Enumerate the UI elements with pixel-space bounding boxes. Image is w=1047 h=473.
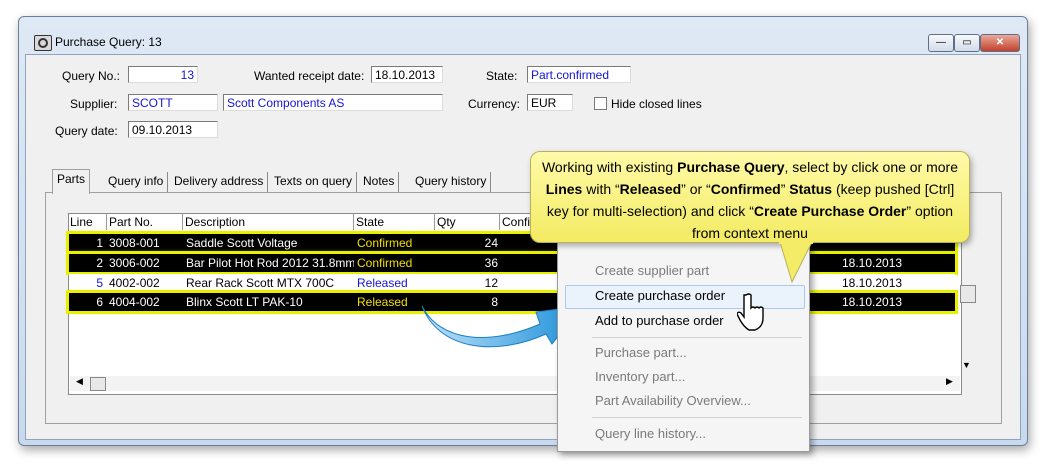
menu-separator: [592, 417, 802, 418]
tab-query-history[interactable]: Query history: [411, 172, 492, 192]
scroll-thumb[interactable]: [90, 377, 106, 391]
menu-item-purchase-part[interactable]: Purchase part...: [595, 345, 687, 360]
cell-date: 18.10.2013: [842, 276, 903, 290]
column-header-part-no[interactable]: Part No.: [109, 214, 183, 230]
tab-texts-on-query[interactable]: Texts on query: [270, 172, 358, 192]
state-field: Part.confirmed: [527, 66, 631, 83]
column-header-qty[interactable]: Qty: [437, 214, 500, 230]
callout-bold: Purchase Query: [677, 159, 785, 175]
vertical-scroll-thumb[interactable]: [960, 285, 976, 303]
tab-query-info[interactable]: Query info: [104, 172, 169, 192]
cell-line: 5: [96, 276, 103, 290]
cell-part-no: 4002-002: [109, 276, 160, 290]
cell-date: 18.10.2013: [842, 256, 903, 270]
table-row[interactable]: 2 3006-002 Bar Pilot Hot Rod 2012 31.8mm…: [66, 251, 958, 275]
cell-description: Bar Pilot Hot Rod 2012 31.8mm I: [186, 256, 354, 270]
callout-pointer: [779, 240, 813, 284]
supplier-label: Supplier:: [70, 97, 118, 111]
wanted-receipt-date-label: Wanted receipt date:: [254, 69, 365, 83]
cell-part-no: 3008-001: [109, 236, 160, 250]
menu-item-create-supplier-part[interactable]: Create supplier part: [595, 263, 709, 278]
hand-pointer-icon: [737, 293, 764, 331]
currency-field[interactable]: EUR: [527, 94, 573, 111]
cell-state: Confirmed: [357, 236, 413, 250]
menu-separator: [592, 337, 802, 338]
tab-parts[interactable]: Parts: [52, 169, 91, 194]
state-label: State:: [486, 69, 518, 83]
cell-part-no: 3006-002: [109, 256, 160, 270]
cell-description: Saddle Scott Voltage: [186, 236, 298, 250]
query-date-field[interactable]: 09.10.2013: [128, 121, 218, 138]
callout-text: , select by click one or more: [784, 159, 959, 175]
hide-closed-lines-checkbox[interactable]: [594, 97, 607, 110]
cell-line: 6: [96, 295, 103, 309]
tab-delivery-address[interactable]: Delivery address: [170, 172, 269, 192]
column-header-line[interactable]: Line: [70, 214, 107, 230]
menu-item-inventory-part[interactable]: Inventory part...: [595, 369, 685, 384]
instruction-callout: Working with existing Purchase Query, se…: [530, 151, 970, 243]
supplier-code-field[interactable]: SCOTT: [128, 94, 218, 111]
callout-bold: Lines: [545, 181, 583, 197]
horizontal-scrollbar[interactable]: ◀ ▶: [70, 376, 960, 391]
menu-item-part-availability-overview[interactable]: Part Availability Overview...: [595, 393, 751, 408]
query-no-field[interactable]: 13: [128, 66, 198, 83]
scroll-left-icon[interactable]: ◀: [76, 376, 83, 387]
menu-item-add-to-purchase-order[interactable]: Add to purchase order: [595, 313, 724, 328]
scroll-down-icon[interactable]: ▼: [962, 360, 971, 370]
cell-description: Blinx Scott LT PAK-10: [186, 295, 303, 309]
callout-bold: Confirmed: [710, 181, 781, 197]
minimize-button[interactable]: —: [928, 34, 954, 52]
tab-notes[interactable]: Notes: [359, 172, 400, 192]
column-header-state[interactable]: State: [356, 214, 435, 230]
gear-icon: [38, 38, 48, 48]
wanted-receipt-date-field[interactable]: 18.10.2013: [371, 66, 443, 83]
close-button[interactable]: ✕: [980, 34, 1020, 52]
menu-item-create-purchase-order[interactable]: Create purchase order: [595, 288, 725, 303]
scroll-right-icon[interactable]: ▶: [946, 376, 953, 387]
menu-item-query-line-history[interactable]: Query line history...: [595, 426, 706, 441]
app-icon: [34, 35, 52, 51]
cell-line: 1: [96, 236, 103, 250]
callout-bold: Create Purchase Order: [753, 203, 907, 219]
cell-line: 2: [96, 256, 103, 270]
callout-text: Working with existing: [541, 159, 678, 175]
callout-text: ” or “: [681, 181, 711, 197]
supplier-name-field: Scott Components AS: [223, 94, 443, 111]
callout-text: with “: [582, 181, 620, 197]
cell-part-no: 4004-002: [109, 295, 160, 309]
cell-qty: 36: [484, 256, 498, 270]
callout-text: ”: [780, 181, 790, 197]
maximize-button[interactable]: ▭: [954, 34, 980, 52]
window-title: Purchase Query: 13: [55, 35, 162, 49]
cell-description: Rear Rack Scott MTX 700C: [186, 276, 335, 290]
cell-state: Confirmed: [357, 256, 413, 270]
cell-qty: 24: [484, 236, 498, 250]
currency-label: Currency:: [468, 97, 521, 111]
query-date-label: Query date:: [55, 124, 118, 138]
hide-closed-lines-label: Hide closed lines: [611, 97, 702, 111]
column-header-description[interactable]: Description: [185, 214, 354, 230]
callout-bold: Released: [619, 181, 682, 197]
callout-bold: Status: [789, 181, 833, 197]
query-no-label: Query No.:: [62, 69, 121, 83]
cell-date: 18.10.2013: [842, 295, 903, 309]
